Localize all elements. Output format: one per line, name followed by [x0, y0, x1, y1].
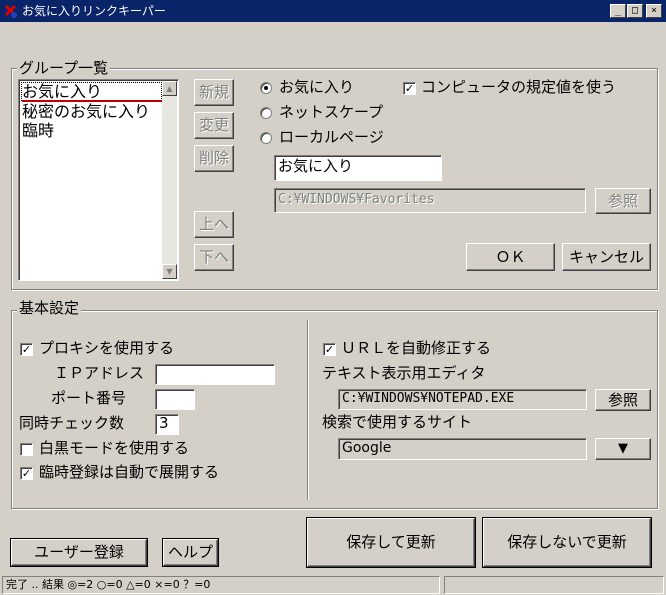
use-default-label[interactable]: コンピュータの規定値を使う [421, 78, 616, 96]
group-list-scrollbar[interactable]: ▲ ▼ [162, 81, 177, 279]
minimize-button[interactable]: _ [610, 4, 626, 18]
status-text: 完了 .. 結果 ◎=2 ○=0 △=0 ×=0 ？=0 [2, 576, 440, 594]
port-number-label: ポート番号 [51, 389, 127, 407]
concurrent-checks-input[interactable]: 3 [155, 414, 179, 435]
chevron-down-icon[interactable]: ▼ [595, 438, 651, 460]
group-name-input[interactable]: お気に入り [274, 155, 442, 181]
url-autofix-label[interactable]: ＵＲＬを自動修正する [341, 339, 491, 357]
monochrome-checkbox[interactable] [20, 443, 33, 456]
folder-path-field[interactable]: C:¥WINDOWS¥Favorites [274, 188, 586, 213]
help-button[interactable]: ヘルプ [162, 538, 219, 567]
delete-group-button[interactable]: 削除 [194, 145, 234, 172]
search-site-select[interactable]: Google [338, 438, 587, 460]
radio-local-page[interactable] [260, 132, 272, 144]
browse-editor-button[interactable]: 参照 [595, 389, 651, 411]
scroll-down-icon[interactable]: ▼ [162, 264, 177, 279]
concurrent-checks-label: 同時チェック数 [19, 414, 125, 432]
auto-expand-label[interactable]: 臨時登録は自動で展開する [39, 463, 219, 481]
group-list-item-favorites[interactable]: お気に入り [21, 82, 162, 101]
url-autofix-checkbox[interactable]: ✓ [323, 343, 336, 356]
scroll-up-icon[interactable]: ▲ [162, 81, 177, 96]
user-register-button[interactable]: ユーザー登録 [10, 538, 148, 567]
close-button[interactable]: × [646, 4, 662, 18]
search-site-label: 検索で使用するサイト [322, 413, 473, 431]
radio-favorites[interactable] [260, 82, 272, 94]
text-editor-path-field[interactable]: C:¥WINDOWS¥NOTEPAD.EXE [338, 389, 587, 410]
app-icon [4, 4, 17, 18]
settings-divider [307, 320, 309, 500]
ok-button[interactable]: ＯＫ [466, 243, 555, 271]
use-default-checkbox[interactable]: ✓ [403, 82, 416, 95]
ip-address-label: ＩＰアドレス [54, 364, 145, 382]
new-group-button[interactable]: 新規 [194, 79, 234, 106]
monochrome-label[interactable]: 白黒モードを使用する [39, 439, 189, 457]
basic-settings-legend: 基本設定 [17, 299, 82, 317]
radio-local-page-label[interactable]: ローカルページ [279, 128, 384, 146]
text-editor-label: テキスト表示用エディタ [322, 364, 486, 382]
group-listbox[interactable]: お気に入り 秘密のお気に入り 臨時 [18, 79, 179, 281]
move-down-button[interactable]: 下へ [194, 244, 234, 271]
save-and-update-button[interactable]: 保存して更新 [306, 517, 476, 568]
radio-netscape-label[interactable]: ネットスケープ [279, 103, 383, 121]
status-bar: 完了 .. 結果 ◎=2 ○=0 △=0 ×=0 ？=0 [0, 574, 666, 595]
auto-expand-checkbox[interactable]: ✓ [20, 467, 33, 480]
group-list-legend: グループ一覧 [17, 59, 111, 77]
use-proxy-label[interactable]: プロキシを使用する [39, 339, 174, 357]
group-list-item-temp[interactable]: 臨時 [21, 121, 54, 140]
maximize-button[interactable]: □ [627, 4, 643, 18]
port-number-input[interactable] [155, 389, 195, 410]
radio-favorites-label[interactable]: お気に入り [279, 78, 354, 96]
change-group-button[interactable]: 変更 [194, 112, 234, 139]
title-bar[interactable]: お気に入りリンクキーパー _ □ × [0, 0, 666, 22]
ip-address-input[interactable] [155, 364, 275, 385]
window-title: お気に入りリンクキーパー [22, 4, 166, 18]
cancel-button[interactable]: キャンセル [562, 243, 651, 271]
browse-folder-button[interactable]: 参照 [595, 188, 651, 214]
radio-netscape[interactable] [260, 107, 272, 119]
update-without-saving-button[interactable]: 保存しないで更新 [482, 517, 652, 568]
move-up-button[interactable]: 上へ [194, 211, 234, 238]
use-proxy-checkbox[interactable]: ✓ [20, 343, 33, 356]
status-panel-secondary [444, 576, 664, 594]
group-list-item-secret[interactable]: 秘密のお気に入り [21, 102, 150, 121]
